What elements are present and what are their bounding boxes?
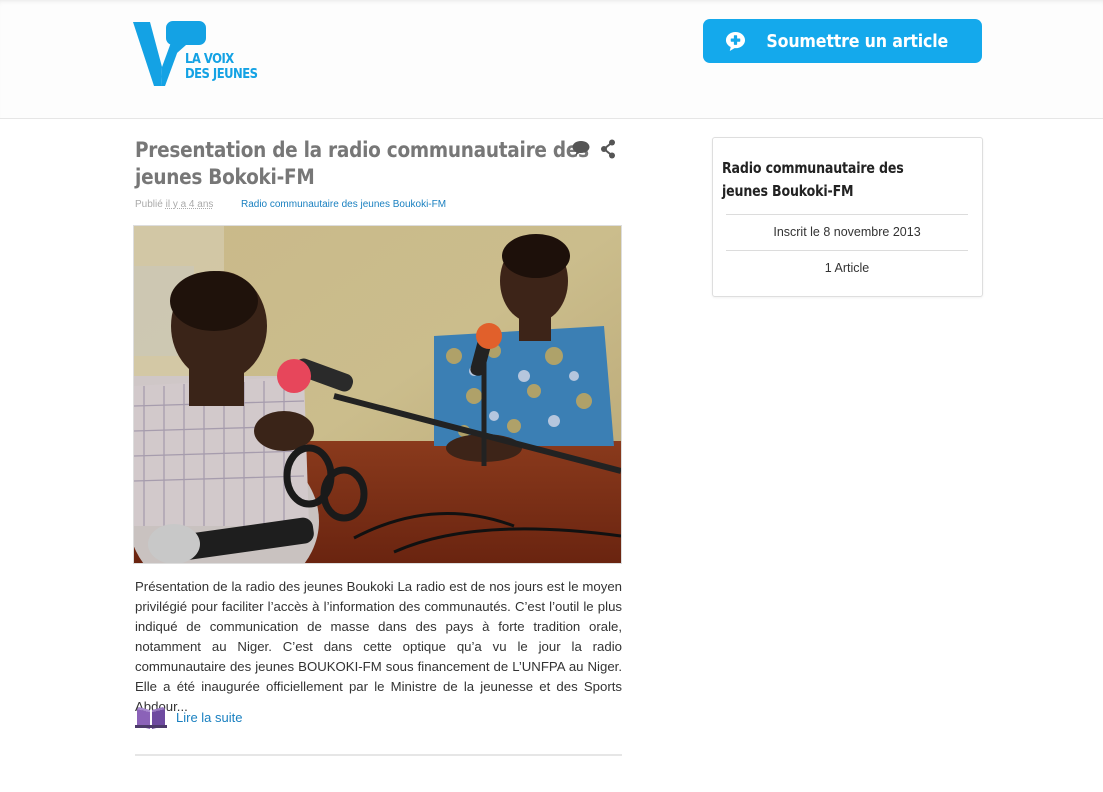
published-time: il y a 4 ans bbox=[165, 199, 214, 210]
logo-line-1: LA VOIX bbox=[185, 51, 234, 67]
radio-studio-photo bbox=[129, 226, 622, 601]
comment-icon[interactable] bbox=[571, 139, 591, 157]
article-actions bbox=[571, 139, 616, 159]
book-icon bbox=[135, 707, 167, 729]
read-more-link[interactable]: Lire la suite bbox=[135, 704, 242, 730]
article-card: Presentation de la radio communautaire d… bbox=[129, 137, 622, 729]
article-count: 1 Article bbox=[726, 250, 968, 287]
article-excerpt: Présentation de la radio des jeunes Bouk… bbox=[135, 579, 622, 714]
site-header: LA VOIX DES JEUNES Soumettre un article bbox=[0, 0, 1103, 119]
add-comment-icon bbox=[725, 31, 745, 52]
registered-date: Inscrit le 8 novembre 2013 bbox=[726, 214, 968, 251]
article-meta: Publié il y a 4 ans Radio communautaire … bbox=[135, 199, 446, 210]
article-divider bbox=[135, 754, 622, 756]
site-logo[interactable]: LA VOIX DES JEUNES bbox=[133, 19, 273, 89]
published-prefix: Publié bbox=[135, 199, 163, 210]
logo-line-2: DES JEUNES bbox=[185, 66, 258, 82]
author-card-title[interactable]: Radio communautaire des jeunes Boukoki-F… bbox=[722, 157, 940, 203]
author-link[interactable]: Radio communautaire des jeunes Boukoki-F… bbox=[241, 199, 446, 210]
article-title[interactable]: Presentation de la radio communautaire d… bbox=[135, 137, 589, 191]
logo-text: LA VOIX DES JEUNES bbox=[185, 52, 258, 82]
read-more-label: Lire la suite bbox=[176, 709, 243, 725]
article-title-line-2: jeunes Bokoki-FM bbox=[135, 165, 315, 189]
author-card: Radio communautaire des jeunes Boukoki-F… bbox=[712, 137, 983, 297]
submit-article-label: Soumettre un article bbox=[766, 30, 948, 52]
article-photo[interactable] bbox=[129, 225, 622, 601]
share-icon[interactable] bbox=[600, 139, 616, 159]
submit-article-button[interactable]: Soumettre un article bbox=[703, 19, 982, 63]
article-title-line-1: Presentation de la radio communautaire d… bbox=[135, 138, 589, 162]
